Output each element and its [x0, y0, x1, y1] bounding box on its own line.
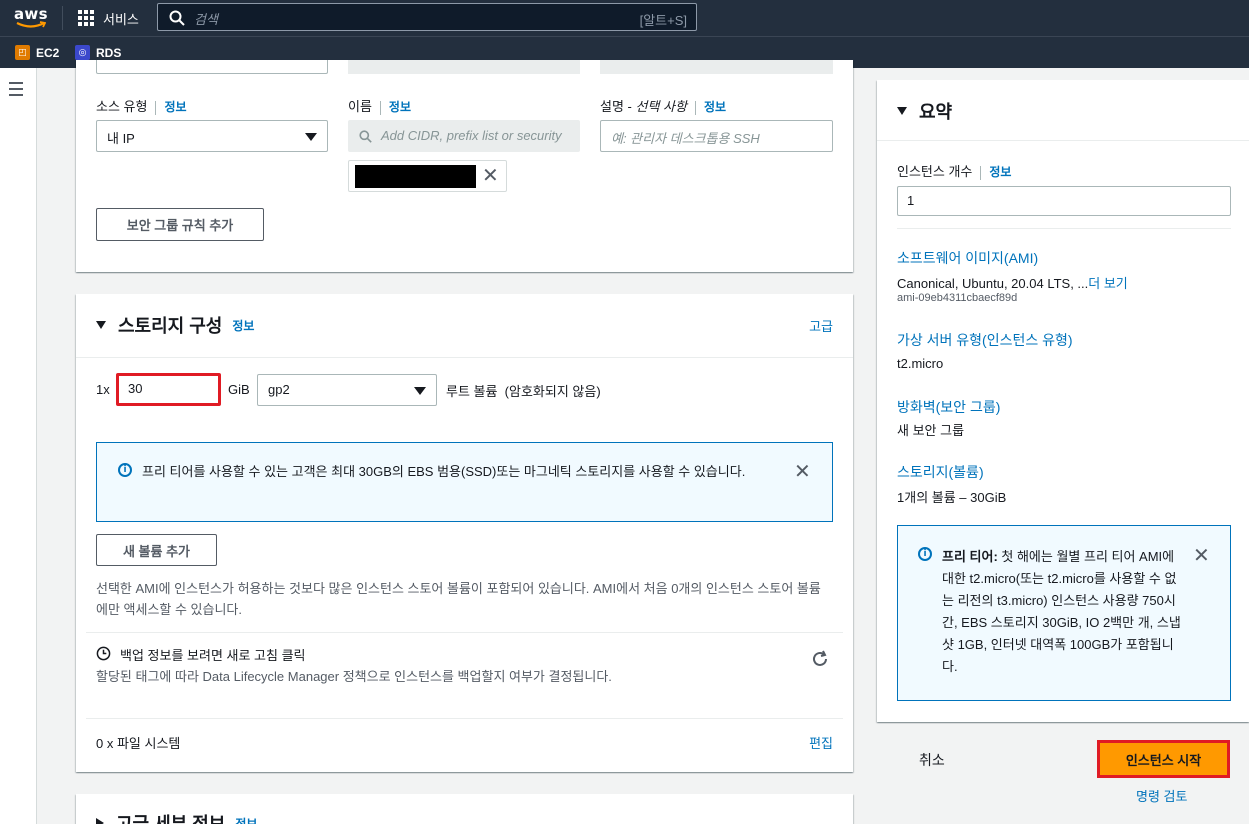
ami-id: ami-09eb4311cbaecf89d [897, 292, 1018, 304]
divider [897, 228, 1231, 229]
file-systems-label: 0 x 파일 시스템 [96, 736, 181, 751]
instance-type-value: t2.micro [897, 356, 944, 371]
clock-icon [96, 646, 111, 661]
advanced-details-panel: 고급 세부 정보 정보 [76, 794, 853, 824]
divider [877, 140, 1249, 141]
close-icon[interactable]: ✕ [1193, 545, 1210, 565]
previous-field-fragment [600, 60, 833, 74]
ec2-icon: ◰ [15, 45, 30, 60]
add-volume-button[interactable]: 새 볼륨 추가 [96, 534, 217, 566]
volume-type-select[interactable]: gp2 [257, 374, 437, 406]
grid-icon [78, 9, 95, 27]
divider [86, 632, 843, 633]
cancel-button[interactable]: 취소 [919, 750, 945, 770]
storage-value: 1개의 볼륨 – 30GiB [897, 490, 1007, 505]
search-icon [359, 130, 372, 143]
info-icon: i [918, 547, 932, 561]
storage-title: 스토리지 구성 [118, 316, 223, 336]
description-label: 설명 - 선택 사항 정보 [600, 99, 727, 115]
search-placeholder: 검색 [194, 12, 218, 27]
instance-type-link[interactable]: 가상 서버 유형(인스턴스 유형) [897, 330, 1073, 350]
free-tier-storage-alert: i 프리 티어를 사용할 수 있는 고객은 최대 30GB의 EBS 범용(SS… [96, 442, 833, 522]
instance-count-label: 인스턴스 개수 정보 [897, 164, 1012, 180]
description-input[interactable]: 예: 관리자 데스크톱용 SSH [600, 120, 833, 152]
aws-logo[interactable]: aws [14, 5, 48, 31]
nav-divider [62, 6, 63, 30]
firewall-link[interactable]: 방화벽(보안 그룹) [897, 397, 1000, 417]
storage-link[interactable]: 스토리지(볼륨) [897, 462, 984, 482]
source-type-info-link[interactable]: 정보 [164, 100, 186, 114]
ami-more-link[interactable]: 더 보기 [1088, 276, 1128, 291]
summary-panel: 요약 인스턴스 개수 정보 1 소프트웨어 이미지(AMI) Canonical,… [877, 80, 1249, 722]
volume-unit: GiB [228, 382, 250, 397]
info-icon: i [118, 463, 132, 477]
instance-count-input[interactable]: 1 [897, 186, 1231, 216]
favorite-ec2[interactable]: ◰ EC2 [15, 45, 59, 60]
launch-instance-button[interactable]: 인스턴스 시작 [1097, 740, 1230, 778]
menu-icon[interactable] [9, 82, 23, 100]
search-shortcut: [알트+S] [639, 13, 687, 28]
divider [76, 357, 853, 358]
cidr-input[interactable]: Add CIDR, prefix list or security [348, 120, 580, 152]
caret-down-icon [305, 133, 317, 141]
edit-file-systems-link[interactable]: 편집 [809, 733, 833, 752]
free-tier-summary-text: 프리 티어: 첫 해에는 월별 프리 티어 AMI에 대한 t2.micro(또… [942, 549, 1181, 674]
summary-header[interactable]: 요약 [897, 98, 952, 124]
search-input[interactable]: 검색 [알트+S] [157, 3, 697, 31]
add-security-group-rule-button[interactable]: 보안 그룹 규칙 추가 [96, 208, 264, 241]
side-navigation-rail [0, 68, 37, 824]
name-label: 이름 정보 [348, 99, 412, 115]
ami-link[interactable]: 소프트웨어 이미지(AMI) [897, 248, 1038, 268]
instance-store-note: 선택한 AMI에 인스턴스가 허용하는 것보다 많은 인스턴스 스토어 볼륨이 … [96, 581, 821, 617]
ami-value: Canonical, Ubuntu, 20.04 LTS, ...더 보기 [897, 276, 1128, 291]
caret-down-icon [897, 107, 907, 115]
source-type-select[interactable]: 내 IP [96, 120, 328, 152]
previous-field-fragment [348, 60, 580, 74]
rds-icon: ◎ [75, 45, 90, 60]
name-info-link[interactable]: 정보 [389, 100, 411, 114]
caret-right-icon [96, 818, 104, 824]
security-group-rule-panel: 소스 유형 정보 내 IP 이름 정보 Add CIDR, prefix list … [76, 60, 853, 272]
volume-count-prefix: 1x [96, 382, 110, 397]
free-tier-summary-alert: i 프리 티어: 첫 해에는 월별 프리 티어 AMI에 대한 t2.micro… [897, 525, 1231, 701]
search-icon [169, 10, 185, 26]
caret-down-icon [414, 387, 426, 395]
remove-token-icon[interactable]: ✕ [482, 165, 499, 185]
firewall-value: 새 보안 그룹 [897, 423, 965, 438]
services-menu-button[interactable]: 서비스 [78, 8, 139, 28]
free-tier-storage-text: 프리 티어를 사용할 수 있는 고객은 최대 30GB의 EBS 범용(SSD)… [142, 464, 746, 479]
advanced-section-header[interactable]: 고급 세부 정보 정보 [96, 810, 257, 824]
review-commands-link[interactable]: 명령 검토 [1136, 786, 1187, 805]
close-icon[interactable]: ✕ [794, 461, 811, 481]
favorite-rds[interactable]: ◎ RDS [75, 45, 121, 60]
redacted-ip [355, 165, 476, 188]
previous-field-fragment [96, 60, 328, 74]
top-navigation-bar: aws 서비스 검색 [알트+S] [0, 0, 1249, 36]
refresh-icon[interactable] [811, 650, 829, 668]
source-type-label: 소스 유형 정보 [96, 99, 187, 115]
storage-info-link[interactable]: 정보 [232, 317, 254, 334]
storage-section-header[interactable]: 스토리지 구성 정보 [96, 312, 254, 338]
root-volume-label: 루트 볼륨 (암호화되지 않음) [446, 384, 601, 399]
advanced-link[interactable]: 고급 [809, 316, 833, 335]
instance-count-info-link[interactable]: 정보 [989, 165, 1011, 179]
backup-title: 백업 정보를 보려면 새로 고침 클릭 [120, 648, 306, 663]
storage-config-panel: 스토리지 구성 정보 고급 1x 30 GiB gp2 루트 볼륨 (암호화되지… [76, 294, 853, 772]
cidr-token: ✕ [348, 160, 507, 192]
volume-size-input[interactable]: 30 [116, 373, 221, 406]
caret-down-icon [96, 321, 106, 329]
description-info-link[interactable]: 정보 [704, 100, 726, 114]
backup-description: 할당된 태그에 따라 Data Lifecycle Manager 정책으로 인… [96, 669, 612, 684]
divider [86, 718, 843, 719]
